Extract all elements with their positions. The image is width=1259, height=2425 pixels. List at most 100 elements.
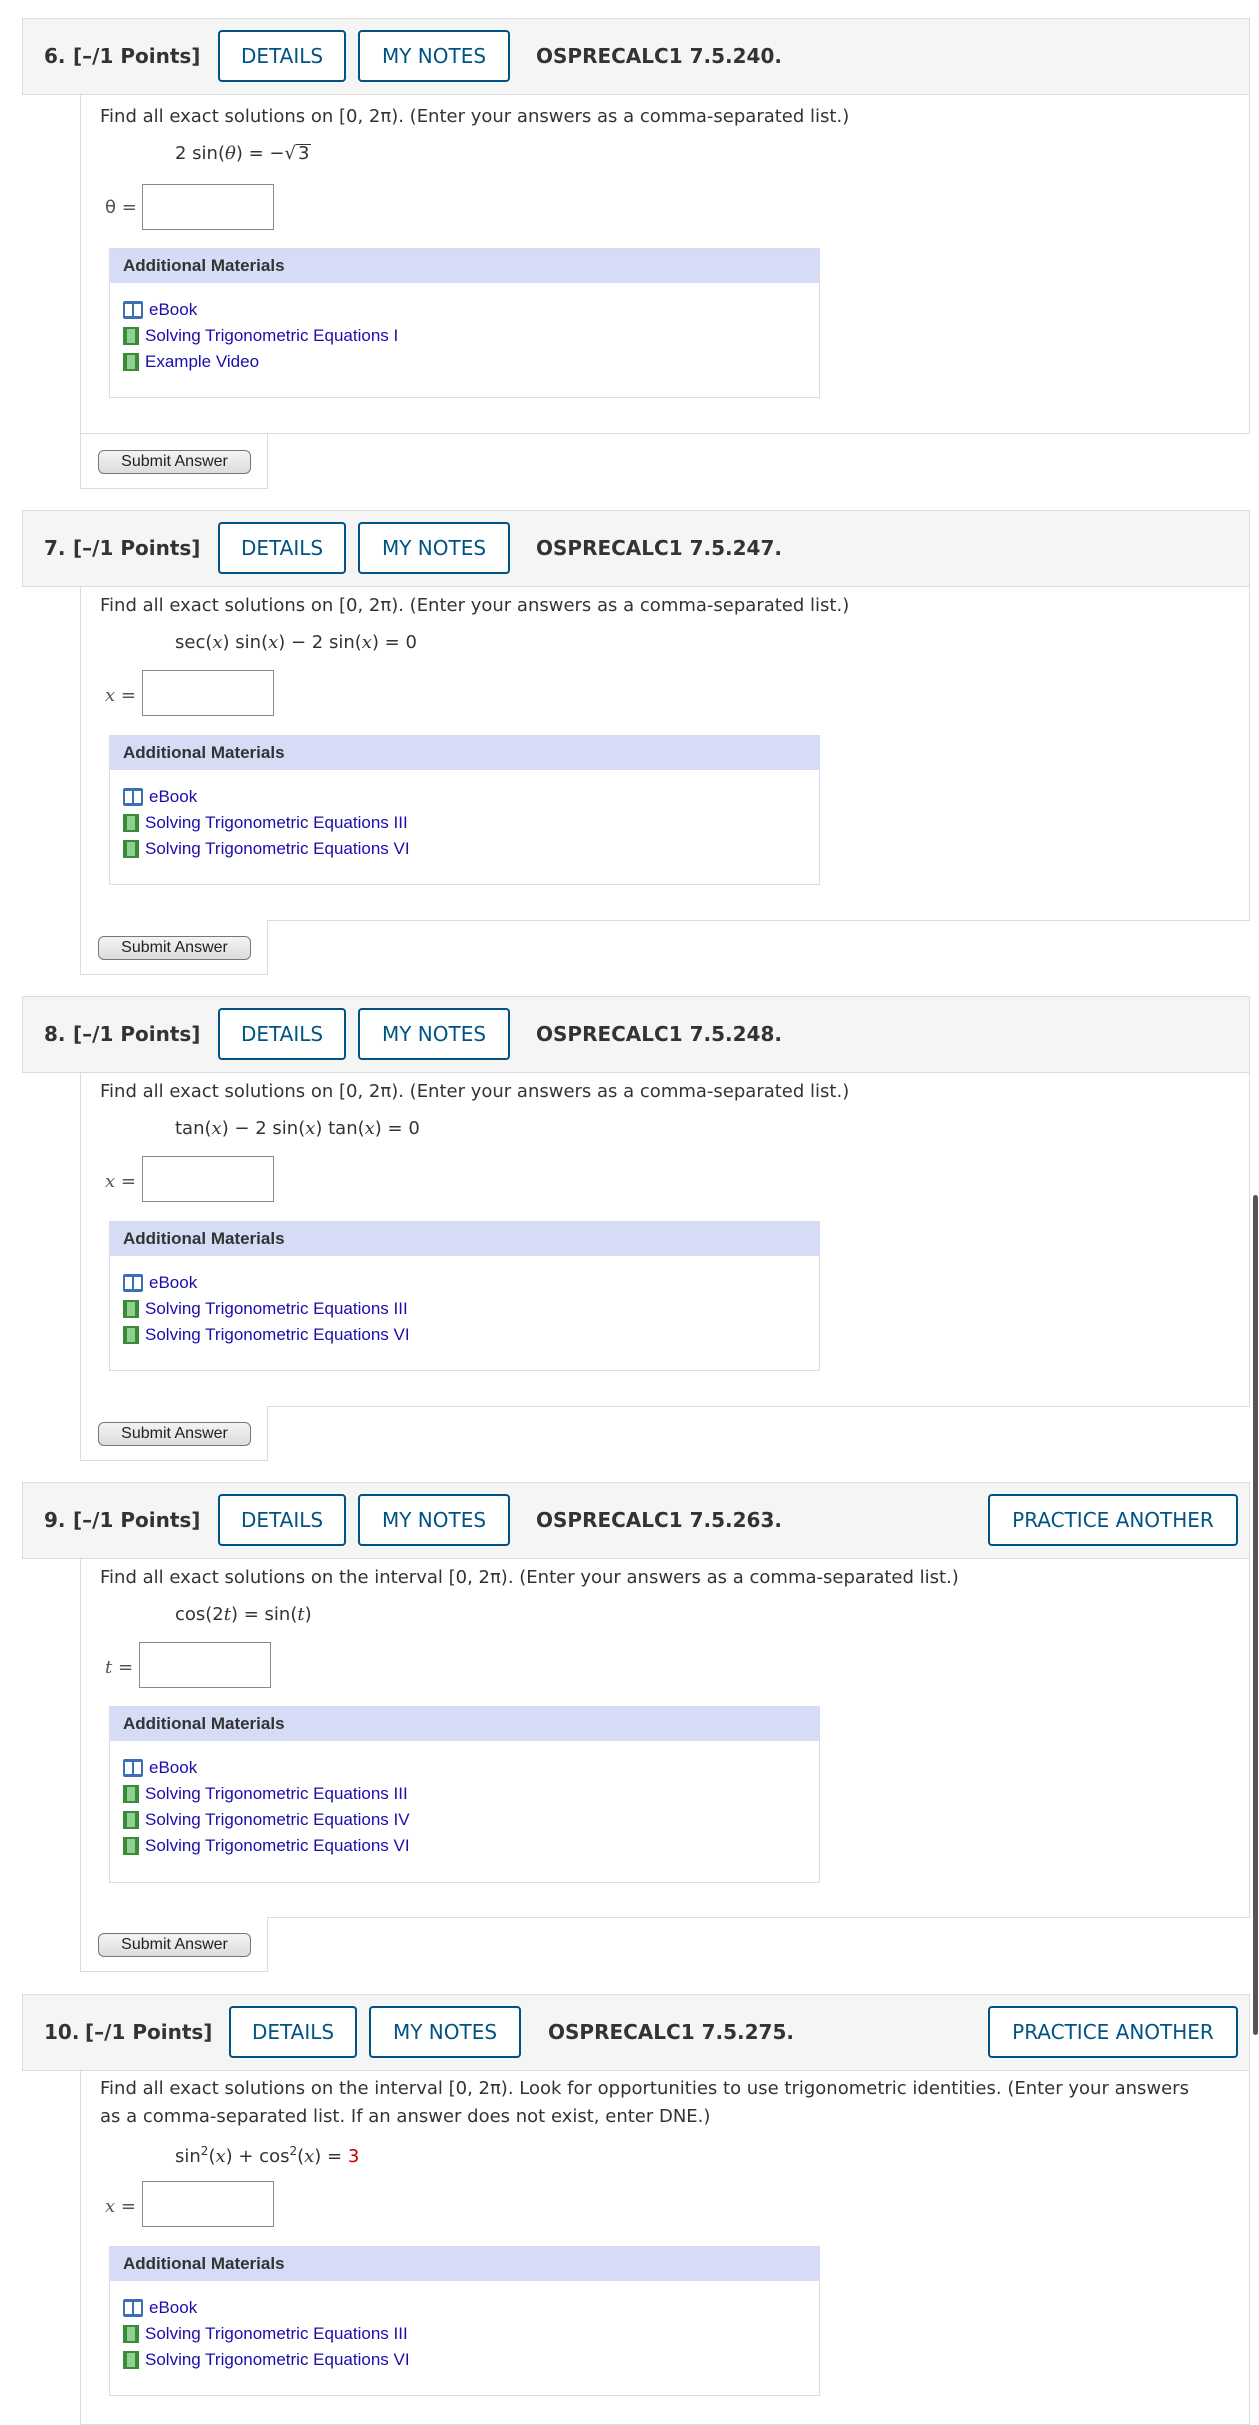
answer-input[interactable] xyxy=(142,670,274,716)
question-code: OSPRECALC1 7.5.248. xyxy=(536,1022,782,1046)
details-button[interactable]: DETAILS xyxy=(218,522,346,574)
material-link[interactable]: Example Video xyxy=(123,349,806,375)
additional-materials: Additional Materials eBook Solving Trigo… xyxy=(109,1706,820,1883)
answer-input[interactable] xyxy=(139,1642,271,1688)
my-notes-button[interactable]: MY NOTES xyxy=(358,30,510,82)
video-icon xyxy=(123,840,139,858)
question-number: 9. xyxy=(44,1508,66,1532)
submit-area: Submit Answer xyxy=(80,920,268,975)
submit-area: Submit Answer xyxy=(80,1917,268,1972)
practice-another-button[interactable]: PRACTICE ANOTHER xyxy=(988,2006,1238,2058)
my-notes-button[interactable]: MY NOTES xyxy=(369,2006,521,2058)
ebook-link[interactable]: eBook xyxy=(123,1270,806,1296)
answer-input[interactable] xyxy=(142,1156,274,1202)
question-6-header: 6. [–/1 Points] DETAILS MY NOTES OSPRECA… xyxy=(22,18,1250,95)
material-link[interactable]: Solving Trigonometric Equations III xyxy=(123,1781,806,1807)
submit-answer-button[interactable]: Submit Answer xyxy=(98,450,251,474)
video-icon xyxy=(123,1837,139,1855)
question-prompt: Find all exact solutions on [0, 2π). (En… xyxy=(100,106,850,127)
additional-materials: Additional Materials eBook Solving Trigo… xyxy=(109,735,820,885)
submit-answer-button[interactable]: Submit Answer xyxy=(98,936,251,960)
material-link[interactable]: Solving Trigonometric Equations III xyxy=(123,2321,806,2347)
submit-answer-button[interactable]: Submit Answer xyxy=(98,1422,251,1446)
video-icon xyxy=(123,1811,139,1829)
additional-materials: Additional Materials eBook Solving Trigo… xyxy=(109,2246,820,2396)
material-link[interactable]: Solving Trigonometric Equations I xyxy=(123,323,806,349)
question-equation: tan(x) − 2 sin(x) tan(x) = 0 xyxy=(175,1118,420,1139)
my-notes-button[interactable]: MY NOTES xyxy=(358,522,510,574)
ebook-link[interactable]: eBook xyxy=(123,297,806,323)
material-link[interactable]: Solving Trigonometric Equations III xyxy=(123,810,806,836)
material-link[interactable]: Solving Trigonometric Equations VI xyxy=(123,1322,806,1348)
my-notes-button[interactable]: MY NOTES xyxy=(358,1494,510,1546)
scrollbar-thumb[interactable] xyxy=(1253,1195,1258,2035)
my-notes-button[interactable]: MY NOTES xyxy=(358,1008,510,1060)
video-icon xyxy=(123,2325,139,2343)
book-icon xyxy=(123,1274,143,1292)
video-icon xyxy=(123,327,139,345)
additional-materials: Additional Materials eBook Solving Trigo… xyxy=(109,1221,820,1371)
materials-header: Additional Materials xyxy=(110,1707,819,1741)
answer-input[interactable] xyxy=(142,2181,274,2227)
book-icon xyxy=(123,301,143,319)
question-code: OSPRECALC1 7.5.275. xyxy=(548,2020,794,2044)
question-code: OSPRECALC1 7.5.263. xyxy=(536,1508,782,1532)
book-icon xyxy=(123,2299,143,2317)
submit-area: Submit Answer xyxy=(80,434,268,489)
material-link[interactable]: Solving Trigonometric Equations VI xyxy=(123,836,806,862)
question-prompt: Find all exact solutions on the interval… xyxy=(100,1567,959,1588)
submit-answer-button[interactable]: Submit Answer xyxy=(98,1933,251,1957)
question-equation: 2 sin(θ) = −√ 3 xyxy=(175,143,312,164)
book-icon xyxy=(123,1759,143,1777)
question-9-body: Find all exact solutions on the interval… xyxy=(80,1559,1250,1918)
video-icon xyxy=(123,353,139,371)
question-number: 7. xyxy=(44,536,66,560)
question-10-header: 10. [–/1 Points] DETAILS MY NOTES OSPREC… xyxy=(22,1994,1250,2071)
materials-header: Additional Materials xyxy=(110,249,819,283)
question-prompt: Find all exact solutions on the interval… xyxy=(100,2078,1189,2127)
material-link[interactable]: Solving Trigonometric Equations VI xyxy=(123,1833,806,1859)
video-icon xyxy=(123,1326,139,1344)
question-points: [–/1 Points] xyxy=(85,2020,213,2044)
material-link[interactable]: Solving Trigonometric Equations III xyxy=(123,1296,806,1322)
question-points: [–/1 Points] xyxy=(73,1022,201,1046)
details-button[interactable]: DETAILS xyxy=(218,30,346,82)
ebook-link[interactable]: eBook xyxy=(123,784,806,810)
question-equation: sin2(x) + cos2(x) = 3 xyxy=(175,2144,360,2167)
details-button[interactable]: DETAILS xyxy=(218,1008,346,1060)
question-6-body: Find all exact solutions on [0, 2π). (En… xyxy=(80,95,1250,434)
question-number: 6. xyxy=(44,44,66,68)
variable-label: x = xyxy=(105,685,136,706)
book-icon xyxy=(123,788,143,806)
variable-label: t = xyxy=(105,1657,134,1678)
question-points: [–/1 Points] xyxy=(73,44,201,68)
question-code: OSPRECALC1 7.5.240. xyxy=(536,44,782,68)
material-link[interactable]: Solving Trigonometric Equations VI xyxy=(123,2347,806,2373)
question-number: 8. xyxy=(44,1022,66,1046)
material-link[interactable]: Solving Trigonometric Equations IV xyxy=(123,1807,806,1833)
details-button[interactable]: DETAILS xyxy=(218,1494,346,1546)
answer-input[interactable] xyxy=(142,184,274,230)
question-7-body: Find all exact solutions on [0, 2π). (En… xyxy=(80,587,1250,921)
materials-header: Additional Materials xyxy=(110,736,819,770)
video-icon xyxy=(123,814,139,832)
question-9-header: 9. [–/1 Points] DETAILS MY NOTES OSPRECA… xyxy=(22,1482,1250,1559)
question-equation: sec(x) sin(x) − 2 sin(x) = 0 xyxy=(175,632,417,653)
video-icon xyxy=(123,1300,139,1318)
submit-area: Submit Answer xyxy=(80,1406,268,1461)
ebook-link[interactable]: eBook xyxy=(123,2295,806,2321)
variable-label: x = xyxy=(105,1171,136,1192)
equation-rhs: 3 xyxy=(347,2146,360,2167)
video-icon xyxy=(123,1785,139,1803)
practice-another-button[interactable]: PRACTICE ANOTHER xyxy=(988,1494,1238,1546)
question-8-body: Find all exact solutions on [0, 2π). (En… xyxy=(80,1073,1250,1407)
question-number: 10. xyxy=(44,2020,80,2044)
materials-header: Additional Materials xyxy=(110,2247,819,2281)
ebook-link[interactable]: eBook xyxy=(123,1755,806,1781)
question-equation: cos(2t) = sin(t) xyxy=(175,1604,312,1625)
variable-label: θ = xyxy=(105,197,137,218)
question-prompt: Find all exact solutions on [0, 2π). (En… xyxy=(100,1081,850,1102)
details-button[interactable]: DETAILS xyxy=(229,2006,357,2058)
additional-materials: Additional Materials eBook Solving Trigo… xyxy=(109,248,820,398)
question-points: [–/1 Points] xyxy=(73,1508,201,1532)
